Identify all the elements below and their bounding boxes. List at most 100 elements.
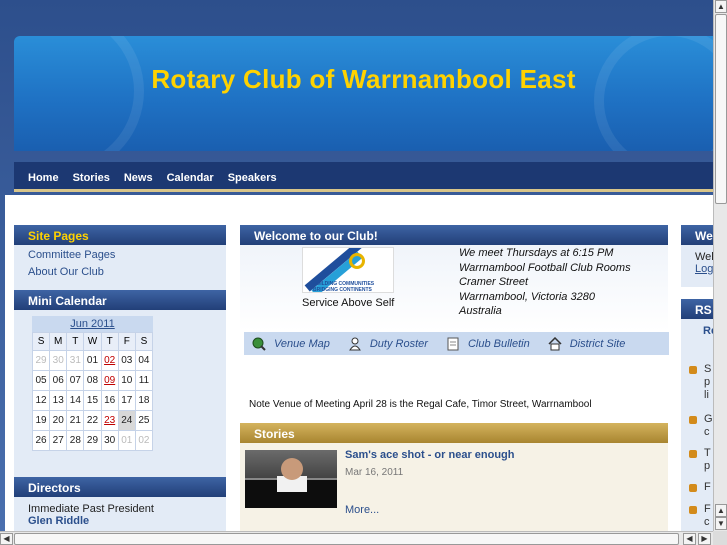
club-motto: Service Above Self	[302, 297, 395, 309]
scrollbar-thumb[interactable]	[715, 14, 727, 204]
vertical-scrollbar[interactable]: ▲ ▲ ▼	[713, 0, 727, 531]
meeting-line: Australia	[459, 305, 502, 317]
rss-item-line: c	[704, 426, 710, 438]
site-pages-box: Site Pages Committee Pages About Our Clu…	[14, 225, 226, 299]
calendar-day: 27	[49, 430, 68, 451]
directors-title: Directors	[14, 477, 226, 497]
director-role: Immediate Past President	[28, 503, 154, 515]
nav-item-speakers[interactable]: Speakers	[221, 162, 284, 184]
calendar-day: 17	[117, 390, 136, 411]
story-date: Mar 16, 2011	[345, 467, 404, 478]
nav-item-news[interactable]: News	[117, 162, 160, 184]
weekday-header: T	[66, 332, 85, 351]
quick-link-label: District Site	[569, 337, 626, 350]
calendar-day[interactable]: 23	[100, 410, 119, 431]
calendar-week-row: 05 06 07 08 09 10 11	[31, 370, 154, 391]
quick-link-club-bulletin[interactable]: Club Bulletin	[446, 337, 530, 351]
home-icon	[548, 336, 562, 351]
scroll-down-icon[interactable]: ▼	[715, 517, 727, 530]
director-name[interactable]: Glen Riddle	[28, 515, 212, 527]
calendar-day: 01	[117, 430, 136, 451]
calendar-day: 16	[100, 390, 119, 411]
weekday-header: T	[100, 332, 119, 351]
calendar-day: 31	[66, 350, 85, 371]
rotary-logo: BUILDING COMMUNITIES BRIDGING CONTINENTS	[302, 247, 394, 293]
main-nav: Home Stories News Calendar Speakers	[14, 162, 713, 192]
rss-title: RS	[681, 299, 713, 319]
stories-title: Stories	[240, 423, 668, 443]
calendar-day[interactable]: 02	[100, 350, 119, 371]
rss-item-line: F	[704, 481, 711, 493]
magnifier-globe-icon	[252, 337, 266, 351]
weekday-header: S	[31, 332, 51, 351]
header-banner: Rotary Club of Warrnambool East	[14, 36, 713, 151]
calendar-month-link[interactable]: Jun 2011	[32, 316, 153, 332]
scrollbar-corner	[713, 531, 727, 545]
calendar-day: 28	[66, 430, 85, 451]
link-committee-pages[interactable]: Committee Pages	[14, 247, 226, 264]
quick-link-district-site[interactable]: District Site	[548, 336, 626, 351]
rss-bullet-icon	[689, 484, 697, 492]
rss-bullet-icon	[689, 450, 697, 458]
calendar-day: 03	[117, 350, 136, 371]
calendar-week-row: 12 13 14 15 16 17 18	[31, 390, 154, 411]
nav-item-calendar[interactable]: Calendar	[160, 162, 221, 184]
rss-item[interactable]: F	[689, 481, 711, 494]
calendar-day[interactable]: 09	[100, 370, 119, 391]
person-icon	[348, 337, 362, 351]
scroll-left-icon[interactable]: ◀	[0, 533, 13, 545]
calendar-day: 30	[49, 350, 68, 371]
rss-box: RS Re SpliGcTpFFc	[681, 299, 713, 531]
quick-link-duty-roster[interactable]: Duty Roster	[348, 337, 428, 351]
scroll-left-icon[interactable]: ◀	[683, 533, 696, 545]
rss-item[interactable]: Gc	[689, 413, 713, 439]
rss-item[interactable]: Tp	[689, 447, 711, 473]
calendar-week-row: 26 27 28 29 30 01 02	[31, 430, 154, 451]
calendar-day: 26	[31, 430, 51, 451]
weekday-header: M	[49, 332, 68, 351]
rss-item-line: p	[704, 460, 711, 472]
rss-item-line: T	[704, 447, 711, 459]
venue-note: Note Venue of Meeting April 28 is the Re…	[249, 399, 592, 410]
link-about-our-club[interactable]: About Our Club	[14, 264, 226, 281]
story-thumbnail[interactable]	[245, 450, 337, 508]
login-link[interactable]: Log	[695, 263, 713, 275]
scroll-right-icon[interactable]: ▶	[698, 533, 711, 545]
rss-bullet-icon	[689, 506, 697, 514]
scroll-down-icon[interactable]: ▲	[715, 504, 727, 517]
rss-item[interactable]: Sp li	[689, 363, 711, 402]
welcome-box: Welcome to our Club! BUILDING COMMUNITIE…	[240, 225, 668, 331]
calendar-day: 05	[31, 370, 51, 391]
story-title-link[interactable]: Sam's ace shot - or near enough	[345, 449, 515, 461]
rss-item-text: Gc	[704, 413, 713, 439]
person-face	[281, 458, 303, 480]
weekday-header: F	[117, 332, 136, 351]
scrollbar-thumb[interactable]	[14, 533, 679, 545]
calendar-day: 24	[117, 410, 136, 431]
rss-item-text: Sp li	[704, 363, 711, 402]
calendar-day: 08	[83, 370, 102, 391]
rss-body: Re SpliGcTpFFc	[681, 319, 713, 531]
nav-item-home[interactable]: Home	[21, 162, 66, 184]
calendar-day: 29	[83, 430, 102, 451]
meeting-line: We meet Thursdays at 6:15 PM	[459, 247, 614, 259]
rss-item-line: c	[704, 516, 710, 528]
calendar-day: 29	[31, 350, 51, 371]
calendar-day: 04	[134, 350, 154, 371]
quick-link-venue-map[interactable]: Venue Map	[252, 337, 330, 351]
horizontal-scrollbar[interactable]: ◀ ◀ ▶	[0, 531, 713, 545]
document-icon	[446, 337, 460, 351]
nav-item-stories[interactable]: Stories	[66, 162, 117, 184]
scroll-up-icon[interactable]: ▲	[715, 0, 727, 13]
calendar-day: 07	[66, 370, 85, 391]
meeting-info: We meet Thursdays at 6:15 PM Warrnambool…	[459, 246, 631, 319]
rss-item[interactable]: Fc	[689, 503, 711, 529]
story-more-link[interactable]: More...	[345, 504, 379, 516]
calendar-day: 20	[49, 410, 68, 431]
quick-link-label: Duty Roster	[369, 337, 428, 350]
calendar-day: 18	[134, 390, 154, 411]
nav-list: Home Stories News Calendar Speakers	[14, 162, 713, 184]
site-title: Rotary Club of Warrnambool East	[151, 64, 576, 94]
calendar-day: 11	[134, 370, 154, 391]
calendar-body: 29 30 31 01 02 03 04 05 06 07 08 09 10 11 12 13 14 15 16 17…	[31, 350, 154, 451]
